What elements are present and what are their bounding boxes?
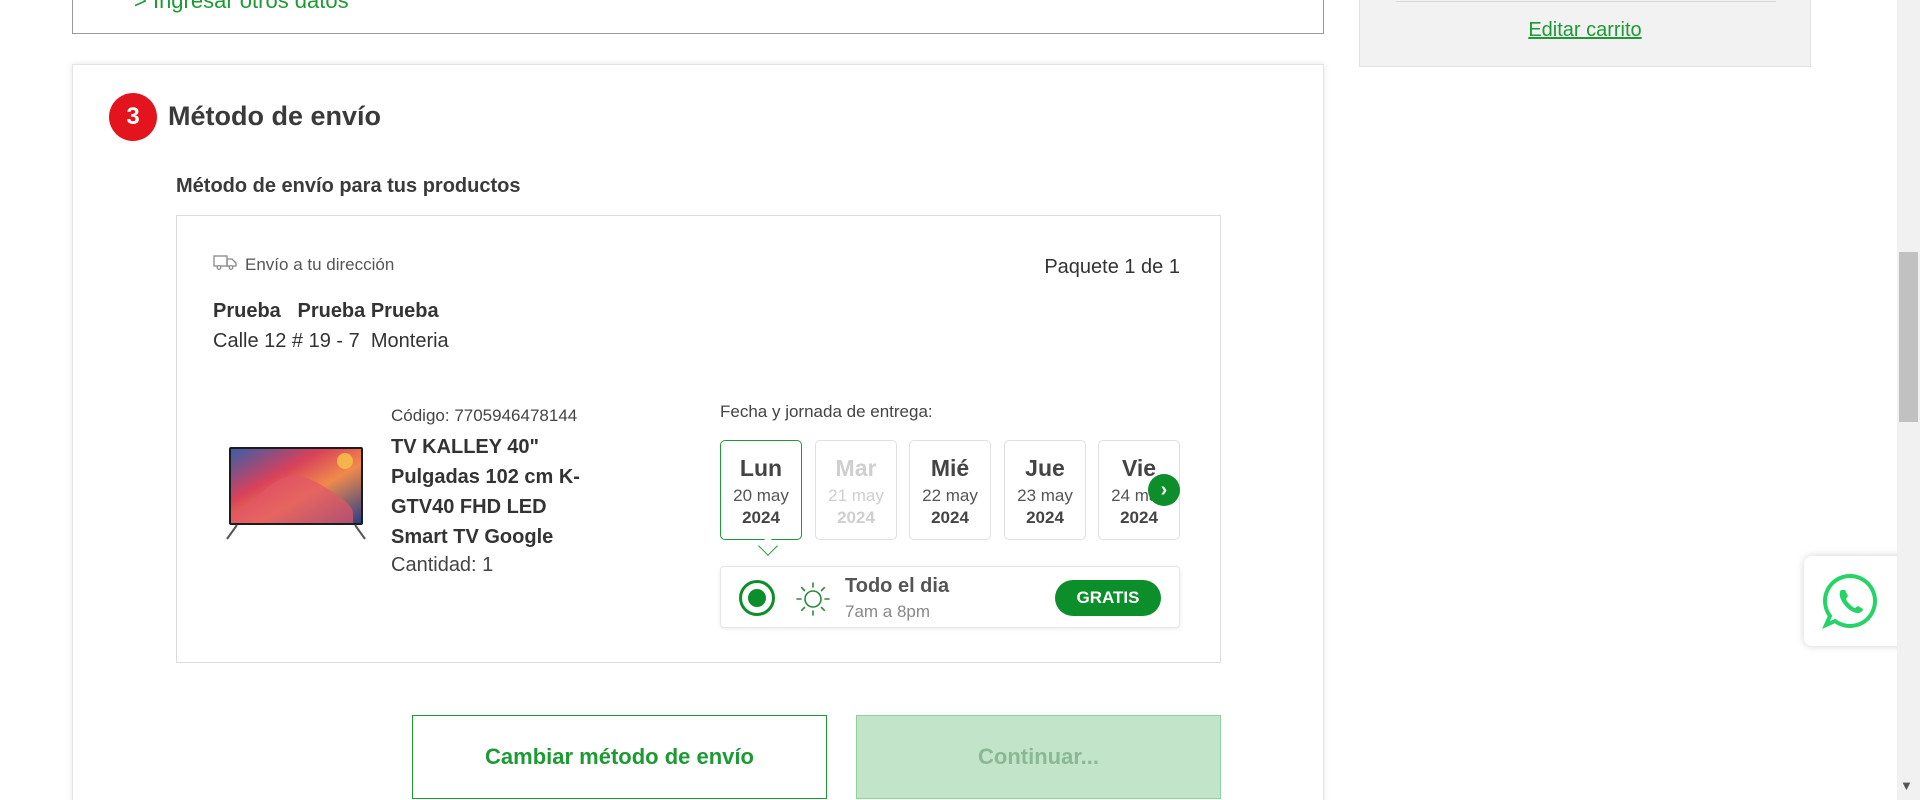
- chevron-right-icon: ›: [1160, 478, 1168, 501]
- day-date: 21 may: [828, 486, 884, 505]
- shipping-subtitle: Método de envío para tus productos: [176, 175, 521, 197]
- price-badge: GRATIS: [1055, 580, 1161, 616]
- order-summary-card: Editar carrito: [1359, 0, 1811, 67]
- day-date: 22 may: [922, 486, 978, 505]
- shipping-address: Calle 12 # 19 - 7 Monteria: [213, 330, 449, 352]
- next-days-button[interactable]: ›: [1148, 474, 1180, 506]
- ship-type: Envío a tu dirección: [213, 254, 394, 275]
- day-name: Jue: [1025, 455, 1065, 481]
- day-name: Mié: [930, 455, 970, 481]
- day-year: 2024: [742, 508, 780, 527]
- scrollbar-thumb[interactable]: [1899, 252, 1918, 422]
- recipient-name: Prueba Prueba Prueba: [213, 300, 439, 322]
- whatsapp-icon: [1822, 573, 1877, 629]
- day-option-mar: Mar 21 may 2024: [815, 440, 897, 540]
- truck-icon: [213, 254, 237, 275]
- day-date: 20 may: [733, 486, 789, 505]
- day-year: 2024: [931, 508, 969, 527]
- delivery-date-label: Fecha y jornada de entrega:: [720, 402, 933, 421]
- sun-icon: [795, 581, 831, 617]
- day-year: 2024: [837, 508, 875, 527]
- slot-radio[interactable]: [739, 580, 775, 616]
- product-image: [223, 443, 369, 543]
- day-option-jue[interactable]: Jue 23 may 2024: [1004, 440, 1086, 540]
- day-name: Lun: [739, 455, 783, 481]
- slot-time: 7am a 8pm: [845, 602, 931, 621]
- product-name: TV KALLEY 40" Pulgadas 102 cm K-GTV40 FH…: [391, 436, 580, 548]
- product-quantity: Cantidad: 1: [391, 554, 494, 576]
- summary-divider: [1396, 1, 1776, 2]
- day-name: Mar: [835, 455, 877, 481]
- package-count: Paquete 1 de 1: [1044, 256, 1180, 278]
- day-year: 2024: [1026, 508, 1064, 527]
- slot-name: Todo el dia: [845, 575, 950, 597]
- shipping-method-section: 3 Método de envío Método de envío para t…: [72, 64, 1324, 800]
- change-shipping-button[interactable]: Cambiar método de envío: [412, 715, 827, 799]
- delivery-slot-option[interactable]: Todo el dia 7am a 8pm GRATIS: [720, 566, 1180, 628]
- product-code: Código: 7705946478144: [391, 406, 578, 425]
- continue-button[interactable]: Continuar...: [856, 715, 1221, 799]
- day-option-mie[interactable]: Mié 22 may 2024: [909, 440, 991, 540]
- edit-cart-link[interactable]: Editar carrito: [1360, 19, 1810, 42]
- day-date: 23 may: [1017, 486, 1073, 505]
- ship-type-label: Envío a tu dirección: [245, 254, 395, 274]
- step-title: Método de envío: [168, 101, 382, 131]
- package-box: Envío a tu dirección Paquete 1 de 1 Prue…: [176, 215, 1221, 663]
- other-data-link[interactable]: > Ingresar otros datos: [134, 0, 349, 14]
- step-number-badge: 3: [109, 93, 157, 141]
- scroll-down-arrow[interactable]: ▼: [1900, 778, 1913, 793]
- day-year: 2024: [1120, 508, 1158, 527]
- day-option-lun[interactable]: Lun 20 may 2024: [720, 440, 802, 540]
